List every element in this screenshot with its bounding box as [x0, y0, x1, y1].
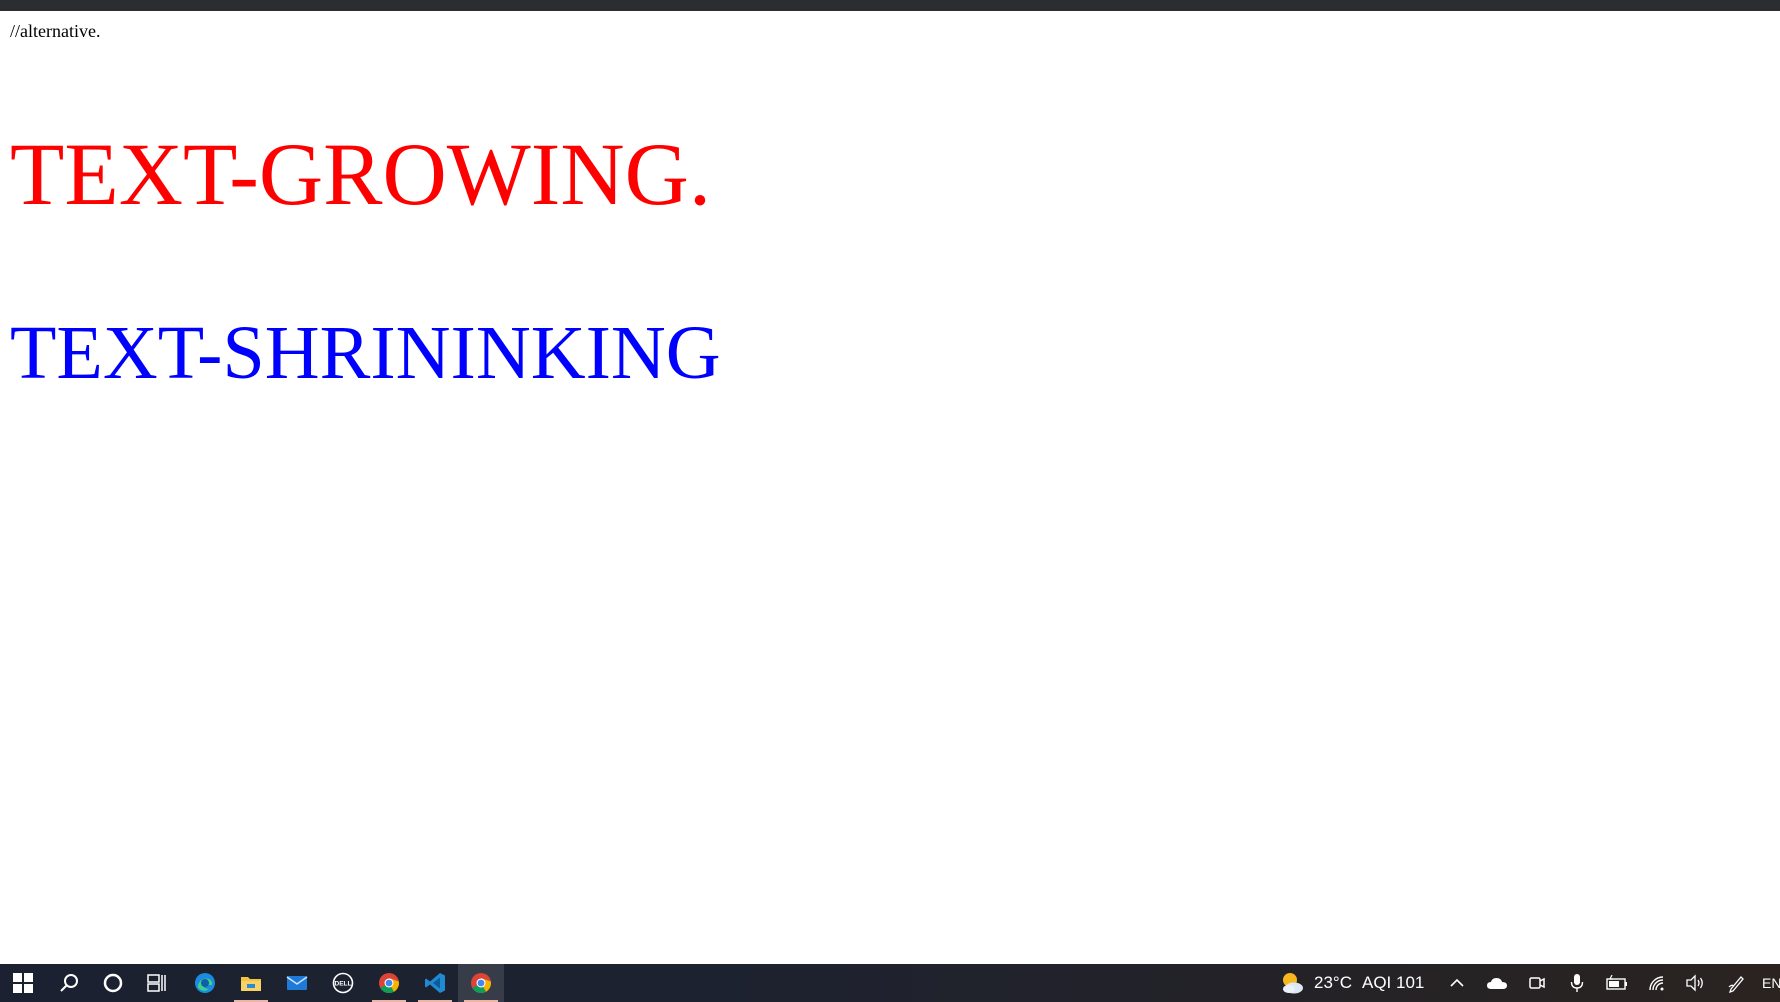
weather-partly-sunny-icon [1283, 973, 1303, 994]
microphone-icon [1570, 974, 1584, 992]
shrinking-text: TEXT-SHRININKING [10, 311, 721, 395]
language-label: EN [1762, 975, 1780, 991]
onedrive-tray-button[interactable] [1480, 964, 1514, 1002]
cortana-button[interactable] [90, 964, 136, 1002]
mail-app-button[interactable] [274, 964, 320, 1002]
network-tray-button[interactable] [1640, 964, 1674, 1002]
edge-icon [195, 973, 215, 993]
pen-icon [1728, 976, 1744, 993]
meet-now-tray-button[interactable] [1520, 964, 1554, 1002]
volume-tray-button[interactable] [1678, 964, 1712, 1002]
circle-icon [103, 973, 123, 993]
chrome-app-button[interactable] [366, 964, 412, 1002]
cloud-icon [1487, 978, 1507, 989]
search-icon [60, 974, 78, 992]
comment-text: //alternative. [10, 21, 101, 41]
dell-app-button[interactable]: DELL [320, 964, 366, 1002]
show-hidden-icons-button[interactable] [1440, 964, 1474, 1002]
mail-icon [286, 976, 308, 990]
chrome-icon [471, 973, 492, 994]
wifi-icon [1649, 976, 1664, 991]
chevron-up-icon [1450, 978, 1464, 987]
edge-app-button[interactable] [182, 964, 228, 1002]
video-call-icon [1529, 977, 1545, 989]
speaker-icon [1686, 974, 1703, 992]
vscode-app-button[interactable] [412, 964, 458, 1002]
search-button[interactable] [46, 964, 92, 1002]
battery-charging-icon [1606, 975, 1627, 990]
browser-top-bar [0, 0, 1780, 11]
start-button[interactable] [0, 964, 46, 1002]
chrome-icon [379, 973, 400, 994]
windows-logo-icon [13, 973, 33, 993]
language-indicator[interactable]: EN [1762, 964, 1780, 1002]
chrome-active-app-button[interactable] [458, 964, 504, 1002]
weather-aqi: AQI 101 [1361, 973, 1425, 992]
pen-workspace-tray-button[interactable] [1720, 964, 1754, 1002]
page-content: //alternative. TEXT-GROWING. TEXT-SHRINI… [0, 11, 1780, 964]
growing-text: TEXT-GROWING. [10, 126, 712, 224]
battery-tray-button[interactable] [1600, 964, 1634, 1002]
task-view-icon [147, 974, 166, 992]
microphone-tray-button[interactable] [1560, 964, 1594, 1002]
folder-icon [241, 977, 261, 991]
file-explorer-app-button[interactable] [228, 964, 274, 1002]
taskbar: DELL 23°C AQI 101 EN [0, 964, 1780, 1002]
dell-icon: DELL [332, 972, 354, 994]
weather-temperature: 23°C [1314, 973, 1352, 992]
vscode-icon [425, 973, 445, 993]
svg-text:DELL: DELL [335, 981, 352, 988]
task-view-button[interactable] [134, 964, 180, 1002]
weather-widget[interactable]: 23°C AQI 101 [1278, 964, 1424, 1002]
